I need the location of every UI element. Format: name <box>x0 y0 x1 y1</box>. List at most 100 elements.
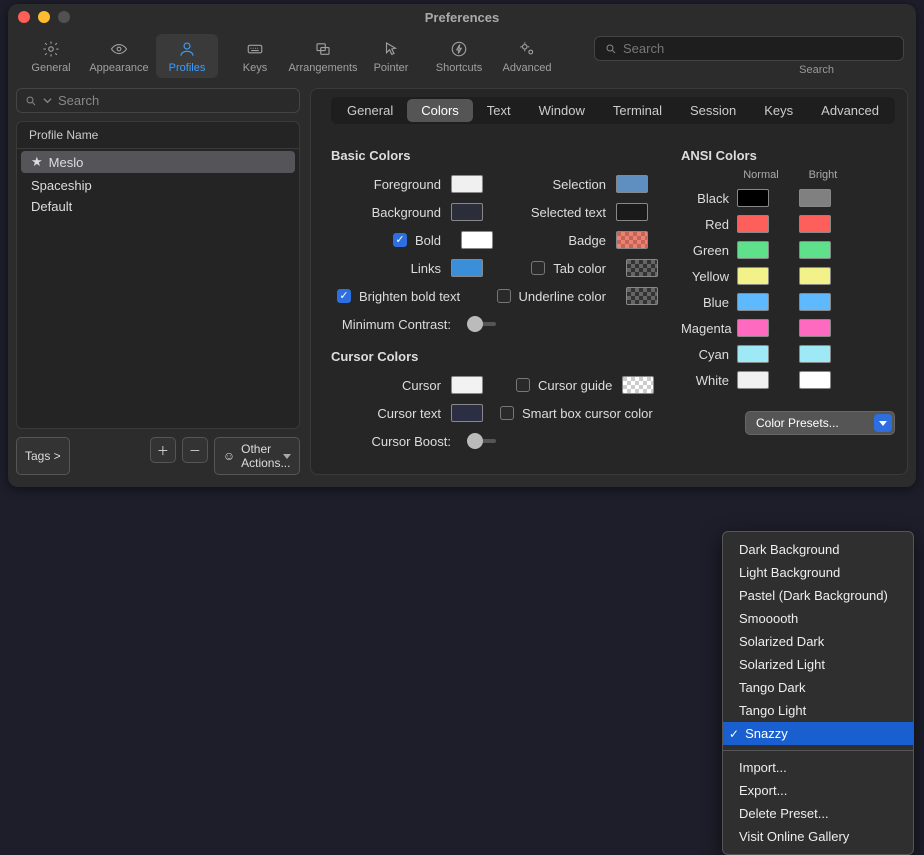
subtab-session[interactable]: Session <box>676 99 750 122</box>
preset-item[interactable]: Tango Light <box>723 699 913 722</box>
selection-label: Selection <box>496 177 616 192</box>
ansi-bright-swatch[interactable] <box>799 345 831 363</box>
cursor-swatch[interactable] <box>451 376 483 394</box>
cursor-boost-slider[interactable] <box>467 439 496 443</box>
profile-search[interactable]: Search <box>16 88 300 113</box>
ansi-normal-swatch[interactable] <box>737 241 769 259</box>
ansi-bright-swatch[interactable] <box>799 189 831 207</box>
preset-action[interactable]: Export... <box>723 779 913 802</box>
ansi-row: Yellow <box>681 263 895 289</box>
subtab-text[interactable]: Text <box>473 99 525 122</box>
preset-item[interactable]: Pastel (Dark Background) <box>723 584 913 607</box>
ansi-bright-swatch[interactable] <box>799 293 831 311</box>
ansi-normal-header: Normal <box>741 169 781 181</box>
tab-pointer[interactable]: Pointer <box>360 34 422 78</box>
preset-item[interactable]: Dark Background <box>723 538 913 561</box>
tab-label: Advanced <box>503 62 552 74</box>
subtab-terminal[interactable]: Terminal <box>599 99 676 122</box>
ansi-normal-swatch[interactable] <box>737 267 769 285</box>
tab-advanced[interactable]: Advanced <box>496 34 558 78</box>
cursor-colors-title: Cursor Colors <box>331 349 661 364</box>
subtab-keys[interactable]: Keys <box>750 99 807 122</box>
preset-label: Color Presets... <box>756 416 839 430</box>
preset-item-selected[interactable]: Snazzy <box>723 722 913 745</box>
ansi-bright-swatch[interactable] <box>799 319 831 337</box>
profile-row[interactable]: Default <box>17 196 299 217</box>
preset-action[interactable]: Import... <box>723 756 913 779</box>
bold-checkbox[interactable] <box>393 233 407 247</box>
close-icon[interactable] <box>18 11 30 23</box>
menu-separator <box>723 750 913 751</box>
other-actions-menu[interactable]: ☺ Other Actions... <box>214 437 300 475</box>
links-swatch[interactable] <box>451 259 483 277</box>
tab-profiles[interactable]: Profiles <box>156 34 218 78</box>
tags-button[interactable]: Tags > <box>16 437 70 475</box>
ansi-bright-swatch[interactable] <box>799 241 831 259</box>
preset-item[interactable]: Light Background <box>723 561 913 584</box>
tab-arrangements[interactable]: Arrangements <box>292 34 354 78</box>
preset-item[interactable]: Smooooth <box>723 607 913 630</box>
ansi-bright-swatch[interactable] <box>799 215 831 233</box>
profile-name: Meslo <box>49 155 84 170</box>
tab-color-label: Tab color <box>553 261 606 276</box>
ansi-row: Red <box>681 211 895 237</box>
preset-item[interactable]: Solarized Dark <box>723 630 913 653</box>
zoom-icon[interactable] <box>58 11 70 23</box>
background-swatch[interactable] <box>451 203 483 221</box>
profile-row[interactable]: ★ Meslo <box>21 151 295 173</box>
foreground-label: Foreground <box>331 177 451 192</box>
subtab-colors[interactable]: Colors <box>407 99 473 122</box>
smart-box-checkbox[interactable] <box>500 406 514 420</box>
ansi-normal-swatch[interactable] <box>737 345 769 363</box>
tab-color-swatch[interactable] <box>626 259 658 277</box>
subtab-window[interactable]: Window <box>525 99 599 122</box>
bold-swatch[interactable] <box>461 231 493 249</box>
badge-swatch[interactable] <box>616 231 648 249</box>
preset-item[interactable]: Solarized Light <box>723 653 913 676</box>
min-contrast-label: Minimum Contrast: <box>331 317 461 332</box>
preset-action[interactable]: Delete Preset... <box>723 802 913 825</box>
minimize-icon[interactable] <box>38 11 50 23</box>
background-label: Background <box>331 205 451 220</box>
profiles-sidebar: Search Profile Name ★ Meslo Spaceship De… <box>16 88 300 475</box>
list-header: Profile Name <box>17 122 299 149</box>
ansi-label: Yellow <box>681 269 737 284</box>
tab-general[interactable]: General <box>20 34 82 78</box>
cursor-text-swatch[interactable] <box>451 404 483 422</box>
color-presets-button[interactable]: Color Presets... <box>745 411 895 435</box>
ansi-normal-swatch[interactable] <box>737 189 769 207</box>
ansi-normal-swatch[interactable] <box>737 293 769 311</box>
tab-color-checkbox[interactable] <box>531 261 545 275</box>
profile-row[interactable]: Spaceship <box>17 175 299 196</box>
selection-swatch[interactable] <box>616 175 648 193</box>
ansi-normal-swatch[interactable] <box>737 319 769 337</box>
underline-color-swatch[interactable] <box>626 287 658 305</box>
search-placeholder: Search <box>58 93 99 108</box>
toolbar-search[interactable]: Search <box>594 36 904 61</box>
subtab-advanced[interactable]: Advanced <box>807 99 893 122</box>
add-profile-button[interactable]: ＋ <box>150 437 176 463</box>
min-contrast-slider[interactable] <box>467 322 496 326</box>
subtab-general[interactable]: General <box>333 99 407 122</box>
ansi-normal-swatch[interactable] <box>737 215 769 233</box>
tab-keys[interactable]: Keys <box>224 34 286 78</box>
ansi-bright-swatch[interactable] <box>799 371 831 389</box>
tab-label: Arrangements <box>288 62 357 74</box>
preset-action[interactable]: Visit Online Gallery <box>723 825 913 848</box>
ansi-bright-swatch[interactable] <box>799 267 831 285</box>
preset-item[interactable]: Tango Dark <box>723 676 913 699</box>
badge-label: Badge <box>496 233 616 248</box>
tab-appearance[interactable]: Appearance <box>88 34 150 78</box>
brighten-checkbox[interactable] <box>337 289 351 303</box>
underline-color-checkbox[interactable] <box>497 289 511 303</box>
foreground-swatch[interactable] <box>451 175 483 193</box>
ansi-normal-swatch[interactable] <box>737 371 769 389</box>
toolbar-items: General Appearance Profiles Keys Arrange… <box>20 34 558 78</box>
remove-profile-button[interactable]: － <box>182 437 208 463</box>
tab-shortcuts[interactable]: Shortcuts <box>428 34 490 78</box>
pointer-icon <box>380 40 402 58</box>
cursor-boost-label: Cursor Boost: <box>331 434 461 449</box>
selected-text-swatch[interactable] <box>616 203 648 221</box>
cursor-guide-checkbox[interactable] <box>516 378 530 392</box>
cursor-guide-swatch[interactable] <box>622 376 654 394</box>
